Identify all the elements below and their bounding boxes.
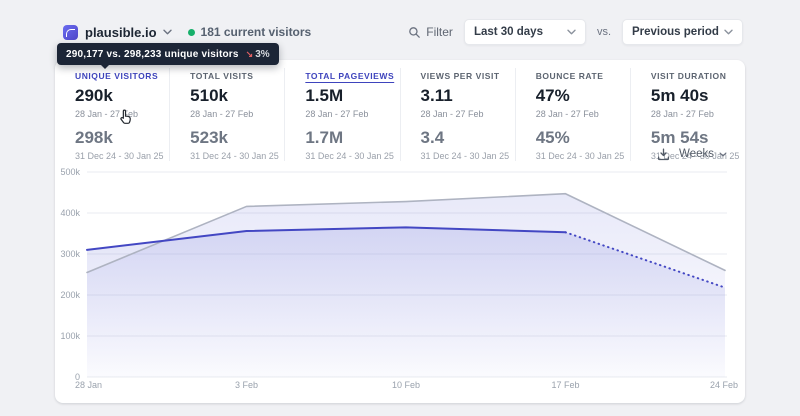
metric-prev-value: 298k xyxy=(75,128,113,147)
metric-value: 5m 40s xyxy=(650,86,709,105)
svg-text:400k: 400k xyxy=(60,208,80,218)
interval-value: Weeks xyxy=(679,148,714,160)
metric-prev-value: 45% xyxy=(535,128,570,147)
tooltip-change: ↘ 3% xyxy=(246,49,270,60)
current-visitors-label: 181 current visitors xyxy=(200,25,312,39)
export-button[interactable] xyxy=(657,148,670,161)
metric-value: 1.5M xyxy=(305,86,344,105)
search-icon xyxy=(409,26,421,38)
svg-text:28 Jan: 28 Jan xyxy=(75,380,102,390)
date-range-value: Last 30 days xyxy=(473,26,543,38)
svg-text:200k: 200k xyxy=(60,290,80,300)
comparison-select[interactable]: Previous period xyxy=(622,19,743,45)
metric-period: 28 Jan - 27 Feb xyxy=(535,109,599,119)
chevron-down-icon xyxy=(719,152,727,156)
current-visitors[interactable]: 181 current visitors xyxy=(187,25,312,39)
metric-prev-value: 1.7M xyxy=(305,128,344,147)
date-range-select[interactable]: Last 30 days xyxy=(463,19,586,45)
filter-label: Filter xyxy=(426,25,453,39)
plausible-logo-icon xyxy=(63,24,78,40)
svg-text:3 Feb: 3 Feb xyxy=(235,380,258,390)
metric-value: 47% xyxy=(535,86,570,105)
metric-label: BOUNCE RATE xyxy=(535,71,604,81)
chevron-down-icon xyxy=(567,29,576,35)
analytics-card: UNIQUE VISITORS 290k 28 Jan - 27 Feb 298… xyxy=(55,60,745,403)
metric-bounce-rate[interactable]: BOUNCE RATE 47% 28 Jan - 27 Feb 45% 31 D… xyxy=(514,68,630,161)
metric-value: 510k xyxy=(190,86,228,105)
metric-views-per-visit[interactable]: VIEWS PER VISIT 3.11 28 Jan - 27 Feb 3.4… xyxy=(399,68,515,161)
metric-label: UNIQUE VISITORS xyxy=(75,71,159,81)
svg-text:17 Feb: 17 Feb xyxy=(551,380,579,390)
comparison-value: Previous period xyxy=(632,26,719,38)
svg-text:10 Feb: 10 Feb xyxy=(392,380,420,390)
svg-text:500k: 500k xyxy=(60,167,80,177)
live-dot-icon xyxy=(187,28,195,36)
metric-period: 28 Jan - 27 Feb xyxy=(420,109,484,119)
metric-period: 28 Jan - 27 Feb xyxy=(305,109,369,119)
metric-period: 28 Jan - 27 Feb xyxy=(75,109,139,119)
metric-label: VIEWS PER VISIT xyxy=(420,71,500,81)
tooltip-change-percent: 3% xyxy=(255,48,270,60)
svg-text:100k: 100k xyxy=(60,331,80,341)
metric-prev-value: 523k xyxy=(190,128,228,147)
metric-label: TOTAL PAGEVIEWS xyxy=(305,71,395,81)
visitors-line-chart[interactable]: 0 100k 200k 300k 400k 500k 28 Jan 3 Feb 10 Feb 17… xyxy=(55,160,745,403)
metric-period: 28 Jan - 27 Feb xyxy=(190,109,254,119)
metric-label: VISIT DURATION xyxy=(650,71,727,81)
svg-text:300k: 300k xyxy=(60,249,80,259)
tooltip-caret xyxy=(100,64,110,69)
metric-period: 28 Jan - 27 Feb xyxy=(650,109,714,119)
metrics-row: UNIQUE VISITORS 290k 28 Jan - 27 Feb 298… xyxy=(55,68,745,161)
metric-total-visits[interactable]: TOTAL VISITS 510k 28 Jan - 27 Feb 523k 3… xyxy=(169,68,284,161)
metric-label: TOTAL VISITS xyxy=(190,71,254,81)
metric-hover-tooltip: 290,177 vs. 298,233 unique visitors ↘ 3% xyxy=(57,43,279,65)
metric-total-pageviews[interactable]: TOTAL PAGEVIEWS 1.5M 28 Jan - 27 Feb 1.7… xyxy=(284,68,399,161)
metric-unique-visitors[interactable]: UNIQUE VISITORS 290k 28 Jan - 27 Feb 298… xyxy=(55,68,169,161)
chevron-down-icon xyxy=(724,29,733,35)
chevron-down-icon[interactable] xyxy=(162,29,172,35)
interval-select[interactable]: Weeks xyxy=(679,148,727,160)
svg-text:24 Feb: 24 Feb xyxy=(710,380,738,390)
metric-value: 290k xyxy=(75,86,113,105)
metric-prev-value: 3.4 xyxy=(420,128,445,147)
header-controls: Filter Last 30 days vs. Previous period xyxy=(408,19,743,45)
vs-label: vs. xyxy=(596,26,611,38)
site-name[interactable]: plausible.io xyxy=(85,25,157,40)
arrow-down-right-icon: ↘ xyxy=(245,48,254,59)
plausible-dashboard: plausible.io 181 current visitors Filter… xyxy=(0,0,800,416)
metric-value: 3.11 xyxy=(420,86,453,105)
filter-button[interactable]: Filter xyxy=(408,25,453,39)
download-icon xyxy=(657,148,670,160)
site-switcher[interactable]: plausible.io 181 current visitors xyxy=(63,22,311,42)
tooltip-text: 290,177 vs. 298,233 unique visitors xyxy=(66,48,239,60)
